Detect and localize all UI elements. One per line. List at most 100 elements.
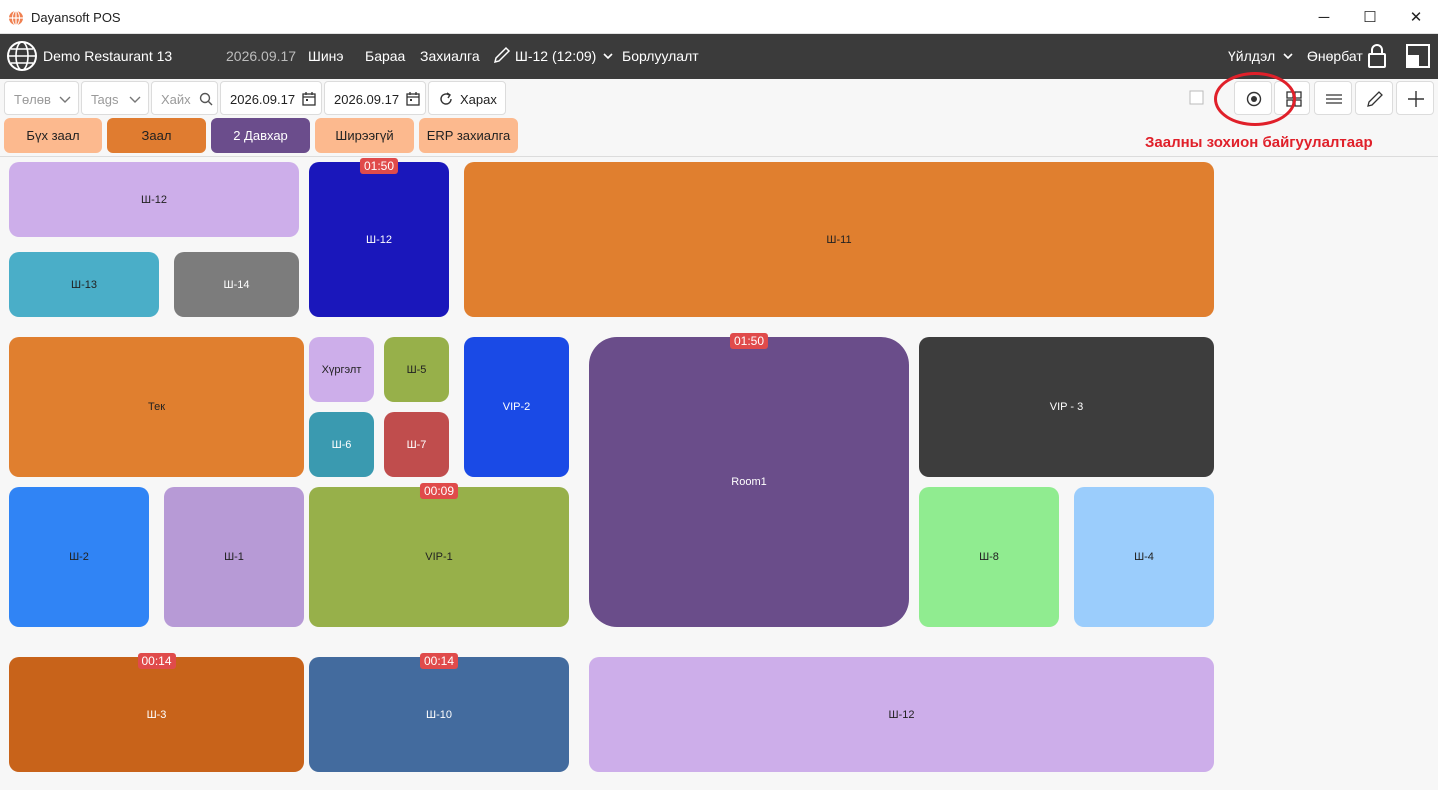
table-timer-badge: 00:09 [419,483,459,499]
table-tek[interactable]: Тек [9,337,304,477]
search-input[interactable]: Хайх [151,81,218,115]
table-sh-14[interactable]: Ш-14 [174,252,299,317]
tab-second-floor[interactable]: 2 Давхар [211,118,310,153]
table-label: Ш-1 [224,551,244,563]
date-to-field[interactable]: 2026.09.17 [324,81,426,115]
table-label: Ш-6 [331,438,352,451]
plus-icon [1408,91,1424,107]
payment-status-placeholder: Төлөв [14,92,51,107]
title-bar: Dayansoft POS ─ ☐ ✕ [0,0,1438,34]
calendar-icon [302,92,316,106]
table-sh-1[interactable]: Ш-1 [164,487,304,627]
table-sh-12-c[interactable]: Ш-12 [589,657,1214,772]
globe-icon[interactable] [6,40,38,72]
close-button[interactable]: ✕ [1406,8,1426,28]
chevron-down-icon [129,96,141,103]
table-vip-3[interactable]: VIP - 3 [919,337,1214,477]
table-room1[interactable]: 01:50 Room1 [589,333,909,627]
table-label: Ш-8 [979,551,999,563]
table-sh-12-a[interactable]: Ш-12 [9,162,299,237]
table-label: VIP-1 [425,551,453,563]
table-label: Ш-10 [426,708,452,721]
table-label: Ш-5 [406,363,427,376]
select-all-checkbox[interactable] [1178,81,1216,115]
table-vip-2[interactable]: VIP-2 [464,337,569,477]
table-sh-3[interactable]: 00:14 Ш-3 [9,653,304,772]
table-label: Ш-14 [223,278,250,291]
table-label: Ш-11 [826,233,852,246]
menu-goods[interactable]: Бараа [365,48,405,64]
table-label: Ш-12 [366,233,392,246]
menu-sales[interactable]: Борлуулалт [622,48,699,64]
table-label: Ш-2 [69,551,89,563]
table-vip-1[interactable]: 00:09 VIP-1 [309,483,569,627]
table-timer-badge: 01:50 [729,333,769,349]
table-sh-2[interactable]: Ш-2 [9,487,149,627]
restaurant-name[interactable]: Demo Restaurant 13 [43,48,172,64]
menu-new[interactable]: Шинэ [308,48,344,64]
table-label: Ш-13 [71,278,97,291]
app-logo-icon [9,10,23,26]
list-icon [1326,94,1342,104]
window-title: Dayansoft POS [31,10,121,25]
lock-icon[interactable] [1366,43,1388,69]
add-table-button[interactable] [1396,81,1434,115]
table-label: Ш-12 [888,708,915,721]
table-label: VIP-2 [502,401,531,413]
date-from-field[interactable]: 2026.09.17 [220,81,322,115]
pencil-icon [1367,91,1383,107]
calendar-icon [406,92,420,106]
minimize-button[interactable]: ─ [1314,8,1334,28]
table-timer-badge: 00:14 [419,653,459,669]
tab-hall[interactable]: Заал [107,118,206,153]
chevron-down-icon [59,96,71,103]
annotation-text: Заалны зохион байгуулалтаар [1145,134,1373,151]
pencil-icon[interactable] [492,45,512,65]
tab-all-halls[interactable]: Бүх заал [4,118,102,153]
refresh-label: Харах [460,92,497,107]
tab-no-table[interactable]: Ширээгүй [315,118,414,153]
table-label: Ш-7 [406,438,427,451]
maximize-button[interactable]: ☐ [1360,8,1380,28]
menu-actions[interactable]: Үйлдэл [1228,48,1275,64]
chevron-down-icon[interactable] [1282,51,1294,61]
main-menu-bar: Demo Restaurant 13 2026.09.17 Шинэ Бараа… [0,34,1438,79]
table-label: Room1 [731,476,767,488]
refresh-button[interactable]: Харах [428,81,506,115]
table-label: Хүргэлт [321,363,362,376]
chevron-down-icon[interactable] [602,51,614,61]
table-sh-8[interactable]: Ш-8 [919,487,1059,627]
table-timer-badge: 00:14 [137,653,176,669]
table-delivery[interactable]: Хүргэлт [309,337,374,402]
user-name[interactable]: Өнөрбат [1307,48,1363,64]
table-label: Ш-4 [1134,551,1154,563]
table-timer-badge: 01:50 [359,158,399,174]
window-layout-icon[interactable] [1406,44,1430,68]
table-sh-6[interactable]: Ш-6 [309,412,374,477]
table-sh-7[interactable]: Ш-7 [384,412,449,477]
current-table-menu[interactable]: Ш-12 (12:09) [515,48,596,64]
table-sh-12-b[interactable]: 01:50 Ш-12 [309,158,449,317]
table-sh-10[interactable]: 00:14 Ш-10 [309,653,569,772]
date-from-value: 2026.09.17 [230,92,296,107]
table-label: Ш-12 [141,193,167,206]
search-icon [199,92,213,106]
table-sh-13[interactable]: Ш-13 [9,252,159,317]
tags-select[interactable]: Tags [81,81,149,115]
table-label: Ш-3 [146,708,167,721]
payment-status-select[interactable]: Төлөв [4,81,79,115]
tab-erp-order[interactable]: ERP захиалга [419,118,518,153]
table-label: Тек [147,401,166,413]
tags-placeholder: Tags [91,92,119,107]
table-sh-5[interactable]: Ш-5 [384,337,449,402]
business-date: 2026.09.17 [226,48,297,64]
table-sh-11[interactable]: Ш-11 [464,162,1214,317]
table-sh-4[interactable]: Ш-4 [1074,487,1214,627]
table-label: VIP - 3 [1049,401,1084,413]
menu-order[interactable]: Захиалга [420,48,480,64]
refresh-icon [440,92,452,105]
edit-layout-button[interactable] [1355,81,1393,115]
checkbox-icon [1189,90,1204,105]
view-list-button[interactable] [1314,81,1352,115]
date-to-value: 2026.09.17 [334,92,400,107]
